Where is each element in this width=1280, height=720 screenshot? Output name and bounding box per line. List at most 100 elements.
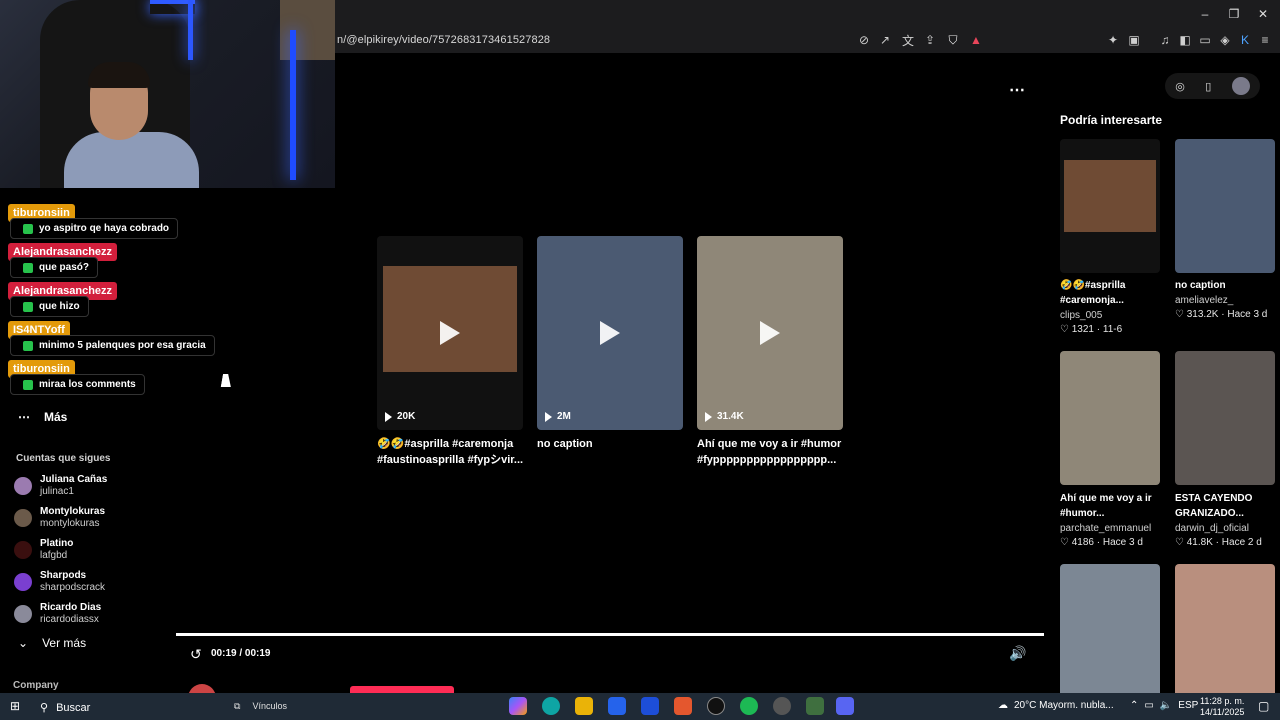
video-card[interactable]: 31.4K: [697, 236, 843, 430]
following-account[interactable]: Platino lafgbd: [14, 538, 73, 562]
close-window-button[interactable]: ✕: [1248, 0, 1278, 28]
chevron-up-icon[interactable]: ⌃: [1130, 700, 1138, 711]
share-icon[interactable]: ⇪: [922, 32, 938, 48]
vpn-icon[interactable]: ◈: [1217, 32, 1233, 48]
suggested-author[interactable]: parchate_emmanuel: [1060, 523, 1151, 534]
brave-shield-icon[interactable]: ⛉: [945, 32, 961, 48]
screenshot-icon[interactable]: ▣: [1126, 32, 1142, 48]
more-nav-item[interactable]: ⋯ Más: [18, 410, 67, 424]
avatar: [14, 605, 32, 623]
wallet-icon[interactable]: ▭: [1197, 32, 1213, 48]
video-caption[interactable]: Ahí que me voy a ir #humor #fypppppppppp…: [697, 436, 847, 468]
links-toolbar[interactable]: ⧉ Vínculos: [234, 701, 287, 712]
suggested-video[interactable]: [1175, 351, 1275, 485]
following-account[interactable]: Montylokuras montylokuras: [14, 506, 105, 530]
account-name: Platino: [40, 538, 74, 549]
volume-icon[interactable]: 🔊: [1009, 645, 1026, 662]
play-small-icon: [705, 411, 712, 422]
music-icon[interactable]: ♫: [1157, 32, 1173, 48]
obs-icon[interactable]: [707, 697, 725, 715]
replay-icon[interactable]: ↺: [190, 646, 202, 663]
reader-icon[interactable]: ⊘: [856, 32, 872, 48]
avatar[interactable]: [1231, 77, 1250, 95]
suggested-stats: ♡ 4186 · Hace 3 d: [1060, 537, 1143, 548]
following-account[interactable]: Juliana Cañas julinac1: [14, 474, 107, 498]
compass-icon[interactable]: ◎: [1175, 80, 1185, 93]
minimize-button[interactable]: –: [1190, 0, 1220, 28]
phone-icon[interactable]: ▯: [1205, 80, 1211, 93]
suggested-video[interactable]: [1175, 139, 1275, 273]
following-account[interactable]: Sharpods sharpodscrack: [14, 570, 105, 594]
chat-bubble: miraa los comments: [10, 374, 145, 395]
webcam-person-body: [64, 132, 199, 188]
file-explorer-icon[interactable]: [575, 697, 593, 715]
chat-bubble: minimo 5 palenques por esa gracia: [10, 335, 215, 356]
video-time: 00:19 / 00:19: [211, 648, 271, 659]
video-thumbnail: [383, 266, 517, 372]
suggested-caption[interactable]: ESTA CAYENDO GRANIZADO...: [1175, 491, 1280, 521]
chevron-down-icon: ⌄: [18, 636, 29, 650]
suggested-video[interactable]: [1175, 564, 1275, 698]
video-caption[interactable]: 🤣🤣#asprilla #caremonja #faustinoasprilla…: [377, 436, 527, 468]
speaker-icon[interactable]: 🔈: [1160, 700, 1172, 711]
task-view-icon[interactable]: ⧉: [234, 701, 240, 712]
play-icon: [760, 321, 780, 345]
spotify-icon[interactable]: [740, 697, 758, 715]
network-icon[interactable]: ▭: [1144, 700, 1153, 711]
suggested-stats: ♡ 313.2K · Hace 3 d: [1175, 309, 1268, 320]
suggested-author[interactable]: ameliavelez_: [1175, 295, 1233, 306]
edge-icon[interactable]: [542, 697, 560, 715]
weather-widget[interactable]: ☁ 20°C Mayorm. nubla...: [998, 700, 1114, 711]
profile-icon[interactable]: K: [1237, 32, 1253, 48]
clock[interactable]: 11:28 p. m. 14/11/2025: [1200, 696, 1244, 718]
extensions-icon[interactable]: ✦: [1105, 32, 1121, 48]
suggested-caption[interactable]: 🤣🤣#asprilla #caremonja...: [1060, 278, 1168, 308]
suggested-video[interactable]: [1060, 351, 1160, 485]
see-more-button[interactable]: ⌄ Ver más: [18, 636, 86, 650]
translate-icon[interactable]: 文: [900, 32, 916, 48]
following-account[interactable]: Ricardo Dias ricardodiassx: [14, 602, 101, 626]
avatar: [14, 509, 32, 527]
copilot-icon[interactable]: [509, 697, 527, 715]
suggested-author[interactable]: clips_005: [1060, 310, 1102, 321]
video-thumbnail: [1064, 160, 1156, 232]
store-icon[interactable]: [608, 697, 626, 715]
webcam-shelf: [280, 0, 335, 60]
url-text[interactable]: n/@elpikirey/video/7572683173461527828: [337, 34, 550, 46]
settings-icon[interactable]: [773, 697, 791, 715]
taskbar-search[interactable]: ⚲ Buscar: [40, 701, 90, 715]
suggested-author[interactable]: darwin_dj_oficial: [1175, 523, 1249, 534]
menu-icon[interactable]: ≡: [1257, 32, 1273, 48]
language-indicator[interactable]: ESP: [1178, 700, 1198, 711]
suggested-video[interactable]: [1060, 139, 1160, 273]
account-username: ricardodiassx: [40, 614, 99, 625]
video-card[interactable]: 2M: [537, 236, 683, 430]
suggested-video[interactable]: [1060, 564, 1160, 698]
weather-text: 20°C Mayorm. nubla...: [1014, 700, 1114, 711]
sidebar-toggle-icon[interactable]: ◧: [1177, 32, 1193, 48]
windows-start-icon[interactable]: ⊞: [10, 699, 20, 713]
video-caption[interactable]: no caption: [537, 436, 687, 452]
brave-rewards-icon[interactable]: ▲: [968, 32, 984, 48]
suggested-caption[interactable]: Ahí que me voy a ir #humor...: [1060, 491, 1168, 521]
notifications-icon[interactable]: ▢: [1258, 699, 1269, 713]
system-tray[interactable]: ⌃ ▭ 🔈 ESP: [1130, 700, 1198, 711]
chat-bubble: que hizo: [10, 296, 89, 317]
video-progress-bar[interactable]: [176, 633, 1044, 636]
webcam-person-hair: [88, 62, 150, 88]
brave-icon[interactable]: [674, 697, 692, 715]
chat-bubble: que pasó?: [10, 257, 99, 278]
company-link[interactable]: Company: [13, 680, 59, 691]
account-name: Sharpods: [40, 570, 87, 581]
outlook-icon[interactable]: [641, 697, 659, 715]
discord-icon[interactable]: [836, 697, 854, 715]
video-card[interactable]: 20K: [377, 236, 523, 430]
open-external-icon[interactable]: ↗: [877, 32, 893, 48]
app-icon[interactable]: [806, 697, 824, 715]
suggested-stats: ♡ 1321 · 11-6: [1060, 324, 1123, 335]
restore-button[interactable]: ❐: [1219, 0, 1249, 28]
account-username: lafgbd: [40, 550, 68, 561]
suggested-stats: ♡ 41.8K · Hace 2 d: [1175, 537, 1262, 548]
more-options-button[interactable]: ⋯: [1009, 80, 1026, 100]
suggested-caption[interactable]: no caption: [1175, 278, 1280, 293]
